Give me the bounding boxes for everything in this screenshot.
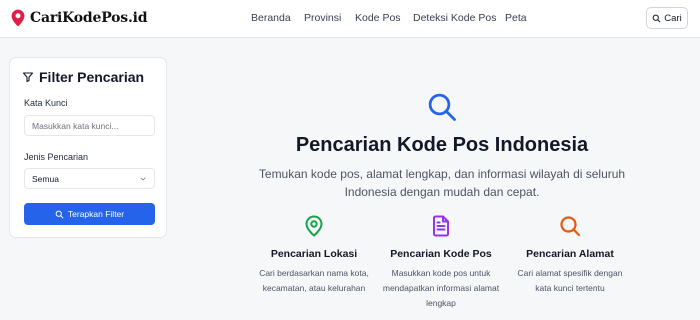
search-icon <box>55 210 64 218</box>
feature-postcode-search: Pencarian Kode Pos Masukkan kode pos unt… <box>381 214 501 311</box>
filter-title-text: Filter Pencarian <box>39 69 145 85</box>
header-search-button[interactable]: Cari <box>646 7 688 29</box>
chevron-down-icon <box>140 177 146 180</box>
page-title: Pencarian Kode Pos Indonesia <box>295 134 589 156</box>
search-type-select[interactable]: Semua <box>24 168 155 189</box>
document-icon <box>433 215 449 237</box>
nav-link-beranda[interactable]: Beranda <box>251 12 291 24</box>
keyword-input[interactable] <box>25 116 154 136</box>
feature-description: Masukkan kode pos untuk mendapatkan info… <box>382 268 500 308</box>
nav-link-deteksi-kode-pos[interactable]: Deteksi Kode Pos <box>413 12 496 24</box>
filter-icon <box>22 72 34 83</box>
header-search-label: Cari <box>664 12 682 24</box>
feature-title: Pencarian Lokasi <box>270 248 358 260</box>
feature-location-search: Pencarian Lokasi Cari berdasarkan nama k… <box>254 214 374 296</box>
top-navbar: CariKodePos.id Beranda Provinsi Kode Pos… <box>0 0 700 38</box>
feature-address-search: Pencarian Alamat Cari alamat spesifik de… <box>510 214 630 296</box>
feature-title: Pencarian Kode Pos <box>390 248 492 260</box>
apply-filter-button[interactable]: Terapkan Filter <box>24 203 155 225</box>
search-icon <box>560 216 581 237</box>
search-icon <box>428 93 456 121</box>
feature-title: Pencarian Alamat <box>526 248 614 260</box>
search-type-label: Jenis Pencarian <box>24 152 89 162</box>
keyword-label: Kata Kunci <box>24 98 68 108</box>
page-subtitle: Temukan kode pos, alamat lengkap, dan in… <box>258 167 626 199</box>
search-type-value: Semua <box>32 173 59 184</box>
main-nav: Beranda Provinsi Kode Pos Deteksi Kode P… <box>0 12 700 26</box>
nav-link-peta[interactable]: Peta <box>505 12 527 24</box>
nav-link-kode-pos[interactable]: Kode Pos <box>355 12 401 24</box>
search-icon <box>652 14 661 22</box>
feature-description: Cari alamat spesifik dengan kata kunci t… <box>517 268 623 293</box>
map-pin-icon <box>305 215 323 237</box>
keyword-field <box>24 115 155 136</box>
nav-link-provinsi[interactable]: Provinsi <box>304 12 341 24</box>
apply-filter-label: Terapkan Filter <box>67 209 125 219</box>
feature-description: Cari berdasarkan nama kota, kecamatan, a… <box>259 268 369 293</box>
filter-title: Filter Pencarian <box>22 69 144 85</box>
filter-panel: Filter Pencarian Kata Kunci Jenis Pencar… <box>9 57 167 238</box>
